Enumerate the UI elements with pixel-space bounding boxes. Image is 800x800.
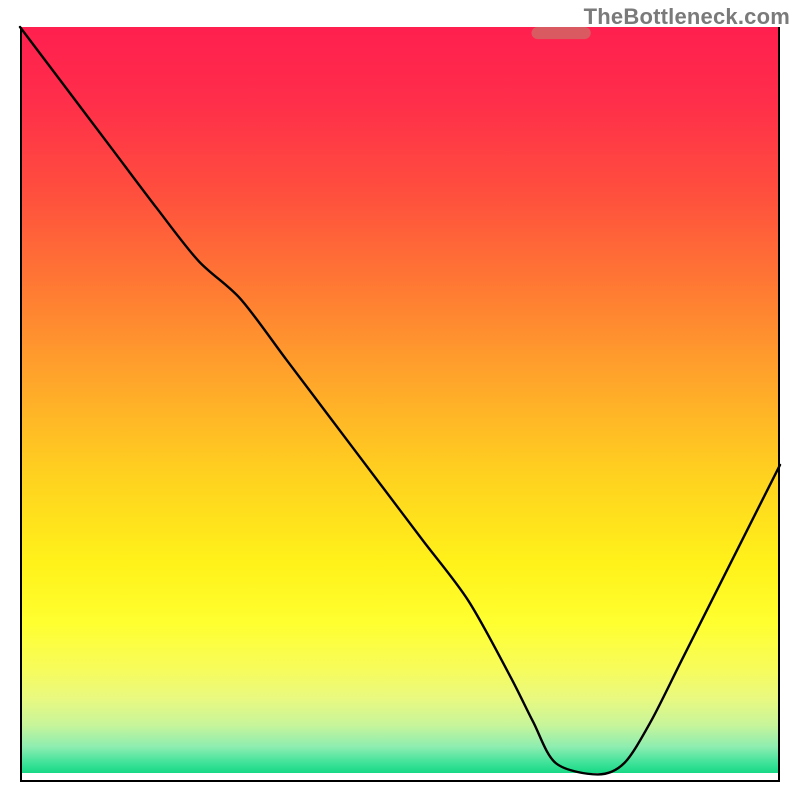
optimal-marker bbox=[531, 27, 590, 39]
x-axis-line bbox=[20, 780, 780, 782]
gradient-background bbox=[20, 27, 780, 773]
y-axis-left-line bbox=[20, 27, 22, 782]
chart-stage: TheBottleneck.com bbox=[0, 0, 800, 800]
watermark-label: TheBottleneck.com bbox=[584, 4, 790, 30]
bottleneck-plot bbox=[0, 0, 800, 800]
y-axis-right-line bbox=[778, 27, 780, 782]
